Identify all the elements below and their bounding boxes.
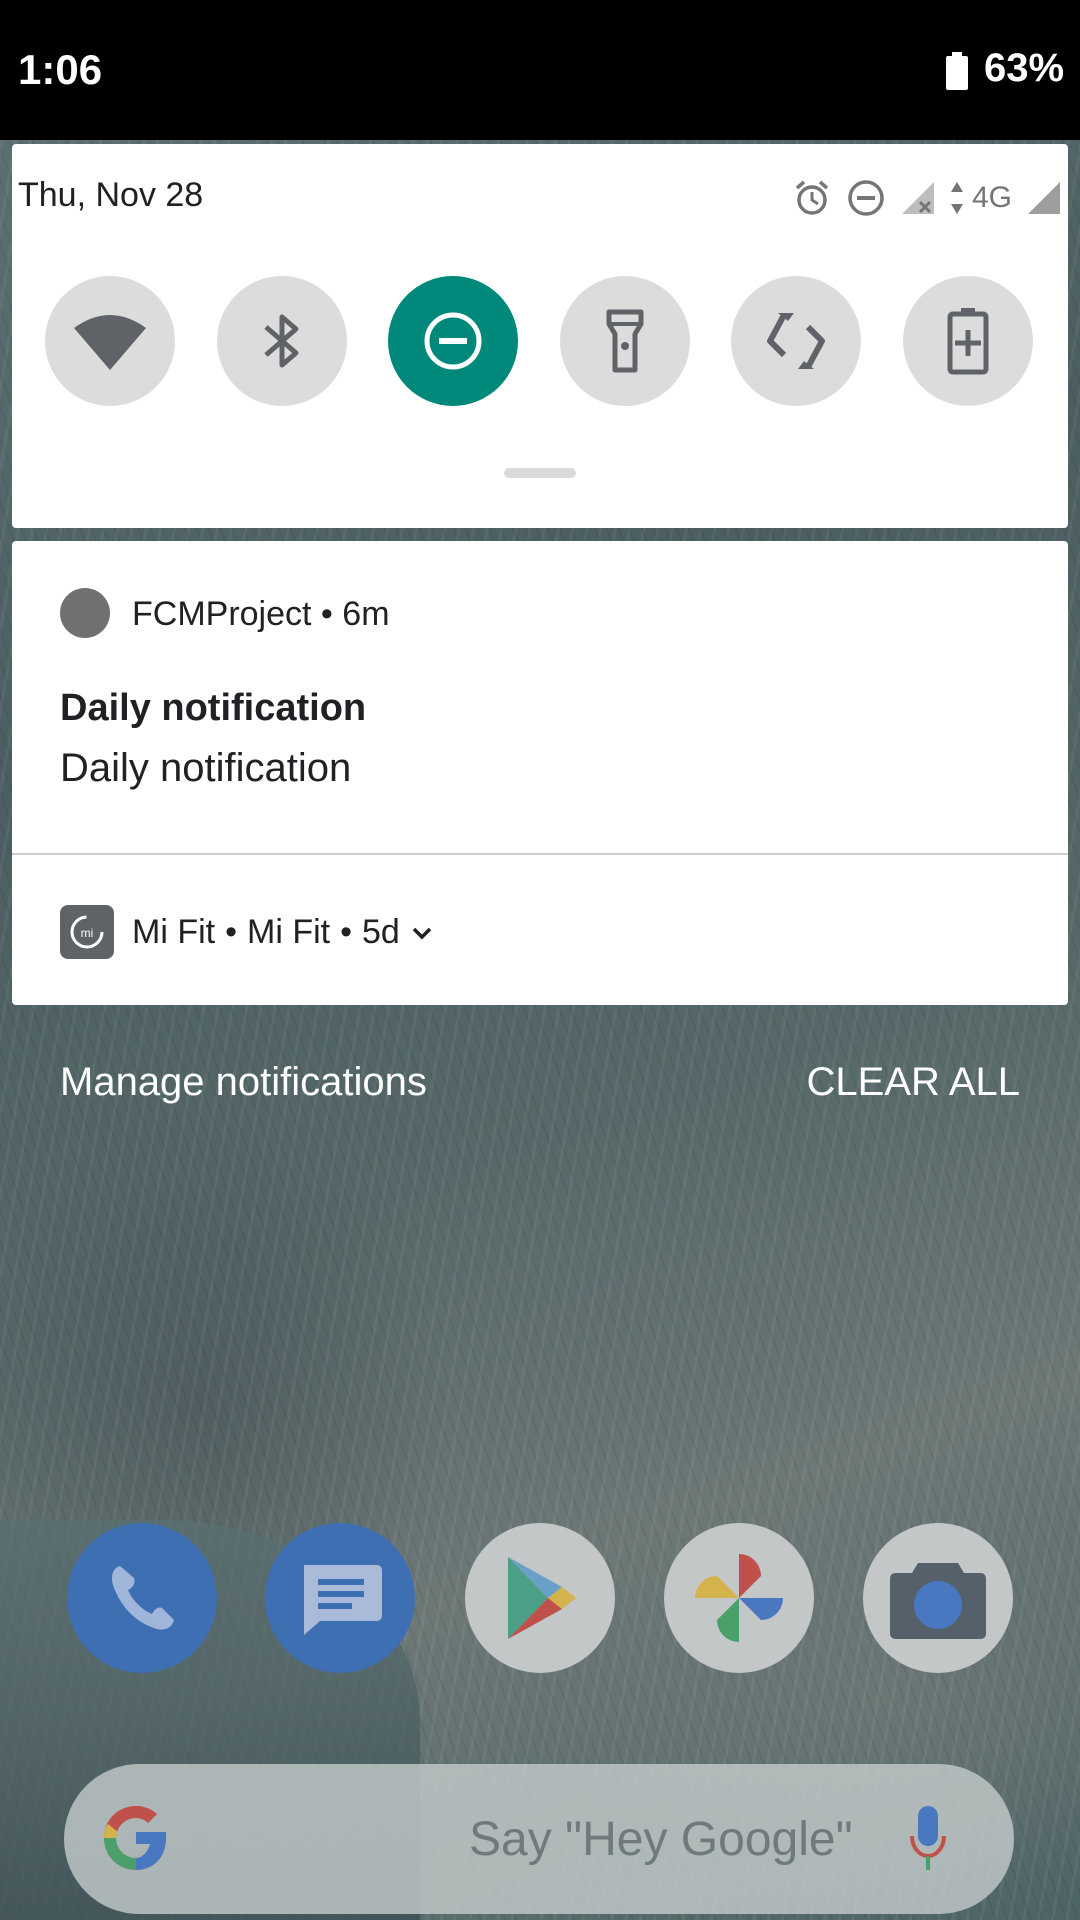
qs-status-icons: 4G	[792, 176, 1062, 220]
battery-percent: 63%	[984, 46, 1065, 90]
chevron-down-icon[interactable]	[410, 925, 434, 941]
data-arrows-icon	[950, 182, 963, 214]
dock-camera[interactable]	[863, 1523, 1013, 1673]
rotate-icon	[767, 313, 825, 369]
signal-x-icon	[901, 182, 934, 214]
battery-icon	[946, 52, 968, 90]
separator-dot: •	[225, 913, 237, 951]
notification-mifit[interactable]: mi Mi Fit • Mi Fit • 5d	[12, 855, 1068, 1005]
notification-header: Mi Fit • Mi Fit • 5d	[132, 913, 434, 952]
tile-bluetooth[interactable]	[217, 276, 347, 406]
dock-play-store[interactable]	[465, 1523, 615, 1673]
svg-text:mi: mi	[81, 926, 94, 940]
dock-messages[interactable]	[265, 1523, 415, 1673]
dnd-icon	[848, 180, 884, 216]
tile-auto-rotate[interactable]	[731, 276, 861, 406]
tile-battery-saver[interactable]	[903, 276, 1033, 406]
search-hint: Say "Hey Google"	[469, 1813, 853, 1866]
mi-fit-icon: mi	[60, 905, 114, 959]
flashlight-icon	[606, 309, 644, 373]
battery-saver-icon	[947, 308, 989, 375]
status-bar: 1:06 63%	[0, 0, 1080, 140]
google-search-bar[interactable]: Say "Hey Google"	[64, 1764, 1014, 1914]
notification-app-name: Mi Fit	[132, 913, 216, 951]
camera-icon	[890, 1563, 986, 1639]
notification-time: 5d	[362, 913, 400, 951]
alarm-icon	[795, 180, 829, 215]
notification-channel: Mi Fit	[247, 913, 331, 951]
separator-dot: •	[340, 913, 352, 951]
notification-fcmproject[interactable]: FCMProject • 6m Daily notification Daily…	[12, 541, 1068, 853]
dnd-icon	[424, 312, 482, 370]
tile-do-not-disturb[interactable]	[388, 276, 518, 406]
dock-photos[interactable]	[664, 1523, 814, 1673]
qs-tiles	[12, 276, 1068, 408]
mic-icon[interactable]	[908, 1804, 948, 1874]
app-icon	[60, 588, 110, 638]
wifi-icon	[74, 315, 146, 370]
play-store-icon	[508, 1557, 576, 1639]
notification-time: 6m	[342, 595, 390, 633]
notification-header: FCMProject • 6m	[132, 595, 390, 634]
signal-icon	[1028, 182, 1060, 214]
tile-wifi[interactable]	[45, 276, 175, 406]
notification-app-name: FCMProject	[132, 595, 312, 633]
bluetooth-icon	[264, 314, 299, 368]
dock-phone[interactable]	[67, 1523, 217, 1673]
notification-title: Daily notification	[60, 687, 367, 729]
qs-expand-handle[interactable]	[504, 468, 576, 478]
tile-flashlight[interactable]	[560, 276, 690, 406]
qs-date[interactable]: Thu, Nov 28	[18, 176, 203, 215]
manage-notifications-button[interactable]: Manage notifications	[60, 1060, 427, 1105]
phone-icon	[112, 1566, 174, 1630]
notification-text: Daily notification	[60, 746, 352, 790]
status-time: 1:06	[18, 46, 103, 93]
notification-list: FCMProject • 6m Daily notification Daily…	[12, 541, 1068, 1005]
messages-icon	[304, 1565, 382, 1635]
quick-settings-panel: Thu, Nov 28 4G	[12, 144, 1068, 528]
network-type: 4G	[971, 181, 1012, 214]
separator-dot: •	[320, 595, 343, 633]
clear-all-button[interactable]: CLEAR ALL	[807, 1060, 1020, 1105]
google-g-icon	[104, 1806, 166, 1870]
photos-icon	[695, 1554, 783, 1642]
